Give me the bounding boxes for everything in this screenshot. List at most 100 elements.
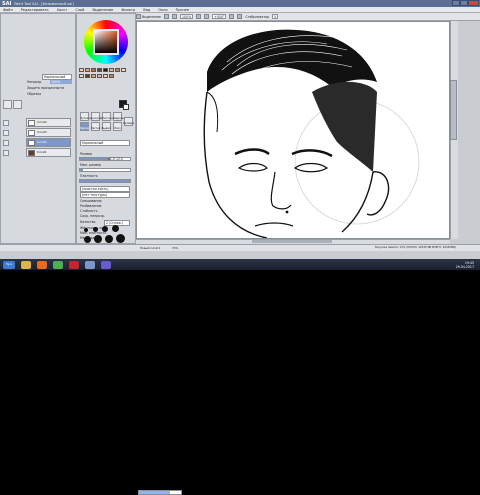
rotate-right-icon[interactable] bbox=[229, 14, 235, 19]
min-size-slider[interactable] bbox=[79, 168, 131, 172]
saturation-value-square[interactable] bbox=[95, 31, 117, 53]
swatch[interactable] bbox=[97, 68, 102, 72]
swatch[interactable] bbox=[85, 68, 90, 72]
flip-icon[interactable] bbox=[237, 14, 243, 19]
eraser-tool[interactable]: Ластик bbox=[91, 122, 100, 131]
brush-size-preset[interactable] bbox=[94, 235, 102, 243]
brush-size-preset[interactable] bbox=[93, 227, 98, 232]
swatch[interactable] bbox=[121, 68, 126, 72]
layer-opacity-value[interactable]: 100% bbox=[50, 80, 72, 84]
new-folder-icon[interactable] bbox=[13, 100, 22, 109]
quality-label: Качество bbox=[80, 220, 96, 224]
pen-tool[interactable]: Ручка bbox=[80, 112, 89, 121]
brush-size-preset[interactable] bbox=[105, 235, 113, 243]
maximize-button[interactable] bbox=[460, 0, 468, 6]
menu-file[interactable]: Файл bbox=[3, 8, 13, 12]
min-size-slider-fill bbox=[80, 169, 83, 171]
background-color[interactable] bbox=[123, 104, 129, 110]
layer-item[interactable]: Слой1 bbox=[26, 148, 71, 157]
zoom-out-icon[interactable] bbox=[171, 14, 177, 19]
swatch[interactable] bbox=[103, 74, 108, 78]
firefox-icon[interactable] bbox=[37, 260, 47, 269]
memory-value: 74% bbox=[172, 246, 179, 250]
tool-label: Ласо bbox=[114, 127, 121, 130]
density-slider[interactable] bbox=[79, 179, 131, 183]
vertical-scrollbar[interactable] bbox=[450, 80, 457, 140]
taskbar-clock[interactable]: 19:45 29.04.2017 bbox=[456, 259, 474, 270]
swatch[interactable] bbox=[85, 74, 90, 78]
select-tool[interactable]: Выдел. bbox=[102, 122, 111, 131]
mouth-line bbox=[254, 222, 294, 227]
media-icon[interactable] bbox=[101, 260, 111, 269]
drawing-canvas[interactable] bbox=[136, 21, 450, 239]
zoom-in-icon[interactable] bbox=[196, 14, 202, 19]
close-button[interactable] bbox=[468, 0, 479, 6]
layer-item[interactable]: Слой3 bbox=[26, 128, 71, 137]
temple-line bbox=[206, 91, 219, 133]
layer-thumbnail bbox=[28, 150, 35, 156]
color-wheel[interactable] bbox=[84, 20, 128, 64]
explorer-icon[interactable] bbox=[21, 260, 31, 269]
swatch[interactable] bbox=[79, 74, 84, 78]
size-slider[interactable] bbox=[79, 157, 131, 161]
marker-tool[interactable]: Маркер bbox=[79, 122, 90, 131]
horizontal-scroll-thumb[interactable] bbox=[252, 240, 332, 243]
new-layer-icon[interactable] bbox=[3, 100, 12, 109]
swatch[interactable] bbox=[103, 68, 108, 72]
menu-edit[interactable]: Редактировать bbox=[21, 8, 49, 12]
brush-size-preset[interactable] bbox=[102, 226, 108, 232]
tool-label: Кисть bbox=[102, 117, 111, 120]
eye-icon[interactable] bbox=[3, 120, 9, 126]
tool-label: Маркер bbox=[79, 127, 90, 130]
swatch[interactable] bbox=[109, 68, 114, 72]
brush-mode-select[interactable]: Нормальный bbox=[80, 140, 130, 146]
menu-view[interactable]: Вид bbox=[143, 8, 150, 12]
clip-label[interactable]: Обрезка bbox=[27, 92, 41, 96]
sai-icon[interactable] bbox=[85, 260, 95, 269]
layer-item[interactable]: Слой4 bbox=[26, 118, 71, 127]
angle-field[interactable]: +000° bbox=[212, 14, 227, 19]
minimize-button[interactable] bbox=[452, 0, 460, 6]
title-bar: SAI Paint Tool SAI - [Безымянный.sai] bbox=[0, 0, 480, 7]
layer-item-selected[interactable]: Слой2 bbox=[26, 138, 71, 147]
menu-filter[interactable]: Фильтр bbox=[121, 8, 135, 12]
layer-thumbnail bbox=[28, 130, 35, 136]
tool-label: Выдел. bbox=[101, 127, 112, 130]
menu-canvas[interactable]: Холст bbox=[57, 8, 68, 12]
swatch[interactable] bbox=[97, 74, 102, 78]
selection-icon[interactable] bbox=[136, 14, 141, 19]
layer-thumbnail bbox=[28, 120, 35, 126]
keep-opacity-label[interactable]: Сохр. непрозр. bbox=[80, 214, 105, 218]
menu-other[interactable]: Прочее bbox=[176, 8, 189, 12]
texture-label[interactable]: (нет текстуры) bbox=[80, 192, 130, 198]
watercolor-tool[interactable]: Акварель bbox=[111, 112, 124, 121]
lasso-tool[interactable]: Ласо bbox=[113, 122, 122, 131]
brush-size-preset[interactable] bbox=[116, 234, 125, 243]
swatch[interactable] bbox=[91, 68, 96, 72]
stabilizer-select[interactable]: 5 bbox=[272, 14, 279, 19]
start-button[interactable]: Пуск bbox=[3, 260, 15, 269]
rotate-left-icon[interactable] bbox=[204, 14, 210, 19]
brush-tool[interactable]: Кисть bbox=[102, 112, 111, 121]
swatch[interactable] bbox=[115, 68, 120, 72]
deselect-icon[interactable] bbox=[163, 14, 169, 19]
airbrush-tool[interactable]: Аэрограф bbox=[89, 112, 102, 121]
menu-selection[interactable]: Выделение bbox=[92, 8, 113, 12]
zoom-field[interactable]: 100% bbox=[179, 14, 194, 19]
brush-size-preset[interactable] bbox=[84, 228, 88, 232]
protect-alpha-label[interactable]: Защита прозрачности bbox=[27, 86, 64, 90]
menu-layer[interactable]: Слой bbox=[75, 8, 84, 12]
eye-icon[interactable] bbox=[3, 150, 9, 156]
opera-icon[interactable] bbox=[69, 260, 79, 269]
bucket-tool[interactable]: Заливка bbox=[123, 117, 134, 126]
chrome-icon[interactable] bbox=[53, 260, 63, 269]
swatch[interactable] bbox=[91, 74, 96, 78]
swatch[interactable] bbox=[79, 68, 84, 72]
eye-icon[interactable] bbox=[3, 140, 9, 146]
menu-window[interactable]: Окно bbox=[158, 8, 167, 12]
memory-label: Новый Слой 4 bbox=[140, 246, 161, 250]
swatch[interactable] bbox=[109, 74, 114, 78]
eye-icon[interactable] bbox=[3, 130, 9, 136]
brush-size-preset[interactable] bbox=[84, 236, 91, 243]
brush-size-preset[interactable] bbox=[112, 225, 119, 232]
